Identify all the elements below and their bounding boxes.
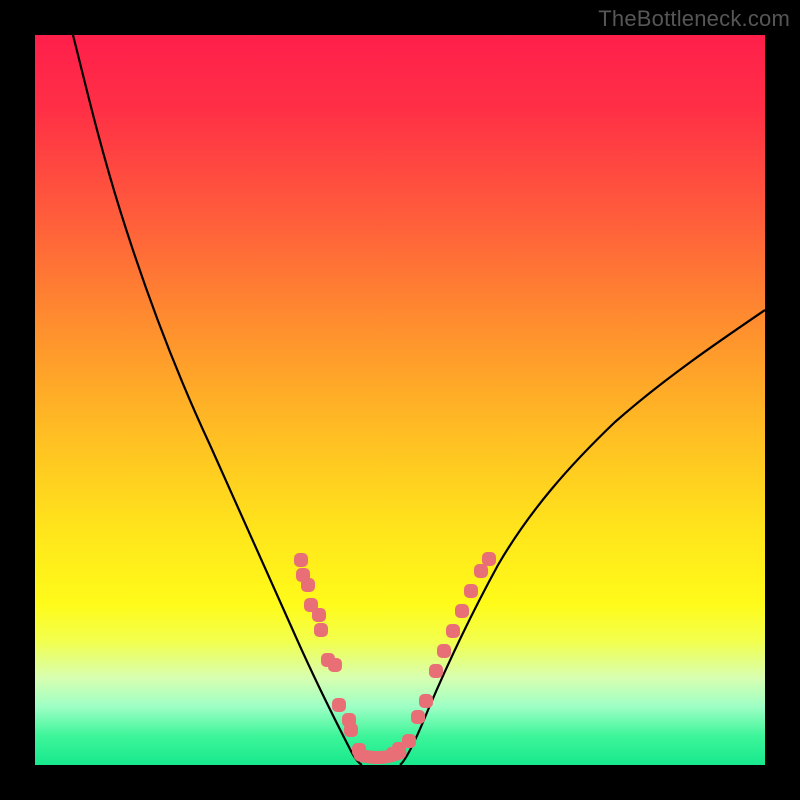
right-curve-line [400,310,765,765]
chart-svg [0,0,800,800]
chart-container: TheBottleneck.com [0,0,800,800]
watermark-text: TheBottleneck.com [598,6,790,32]
right-markers-group [386,552,496,761]
plateau-line [360,753,400,758]
left-curve-line [66,8,362,765]
